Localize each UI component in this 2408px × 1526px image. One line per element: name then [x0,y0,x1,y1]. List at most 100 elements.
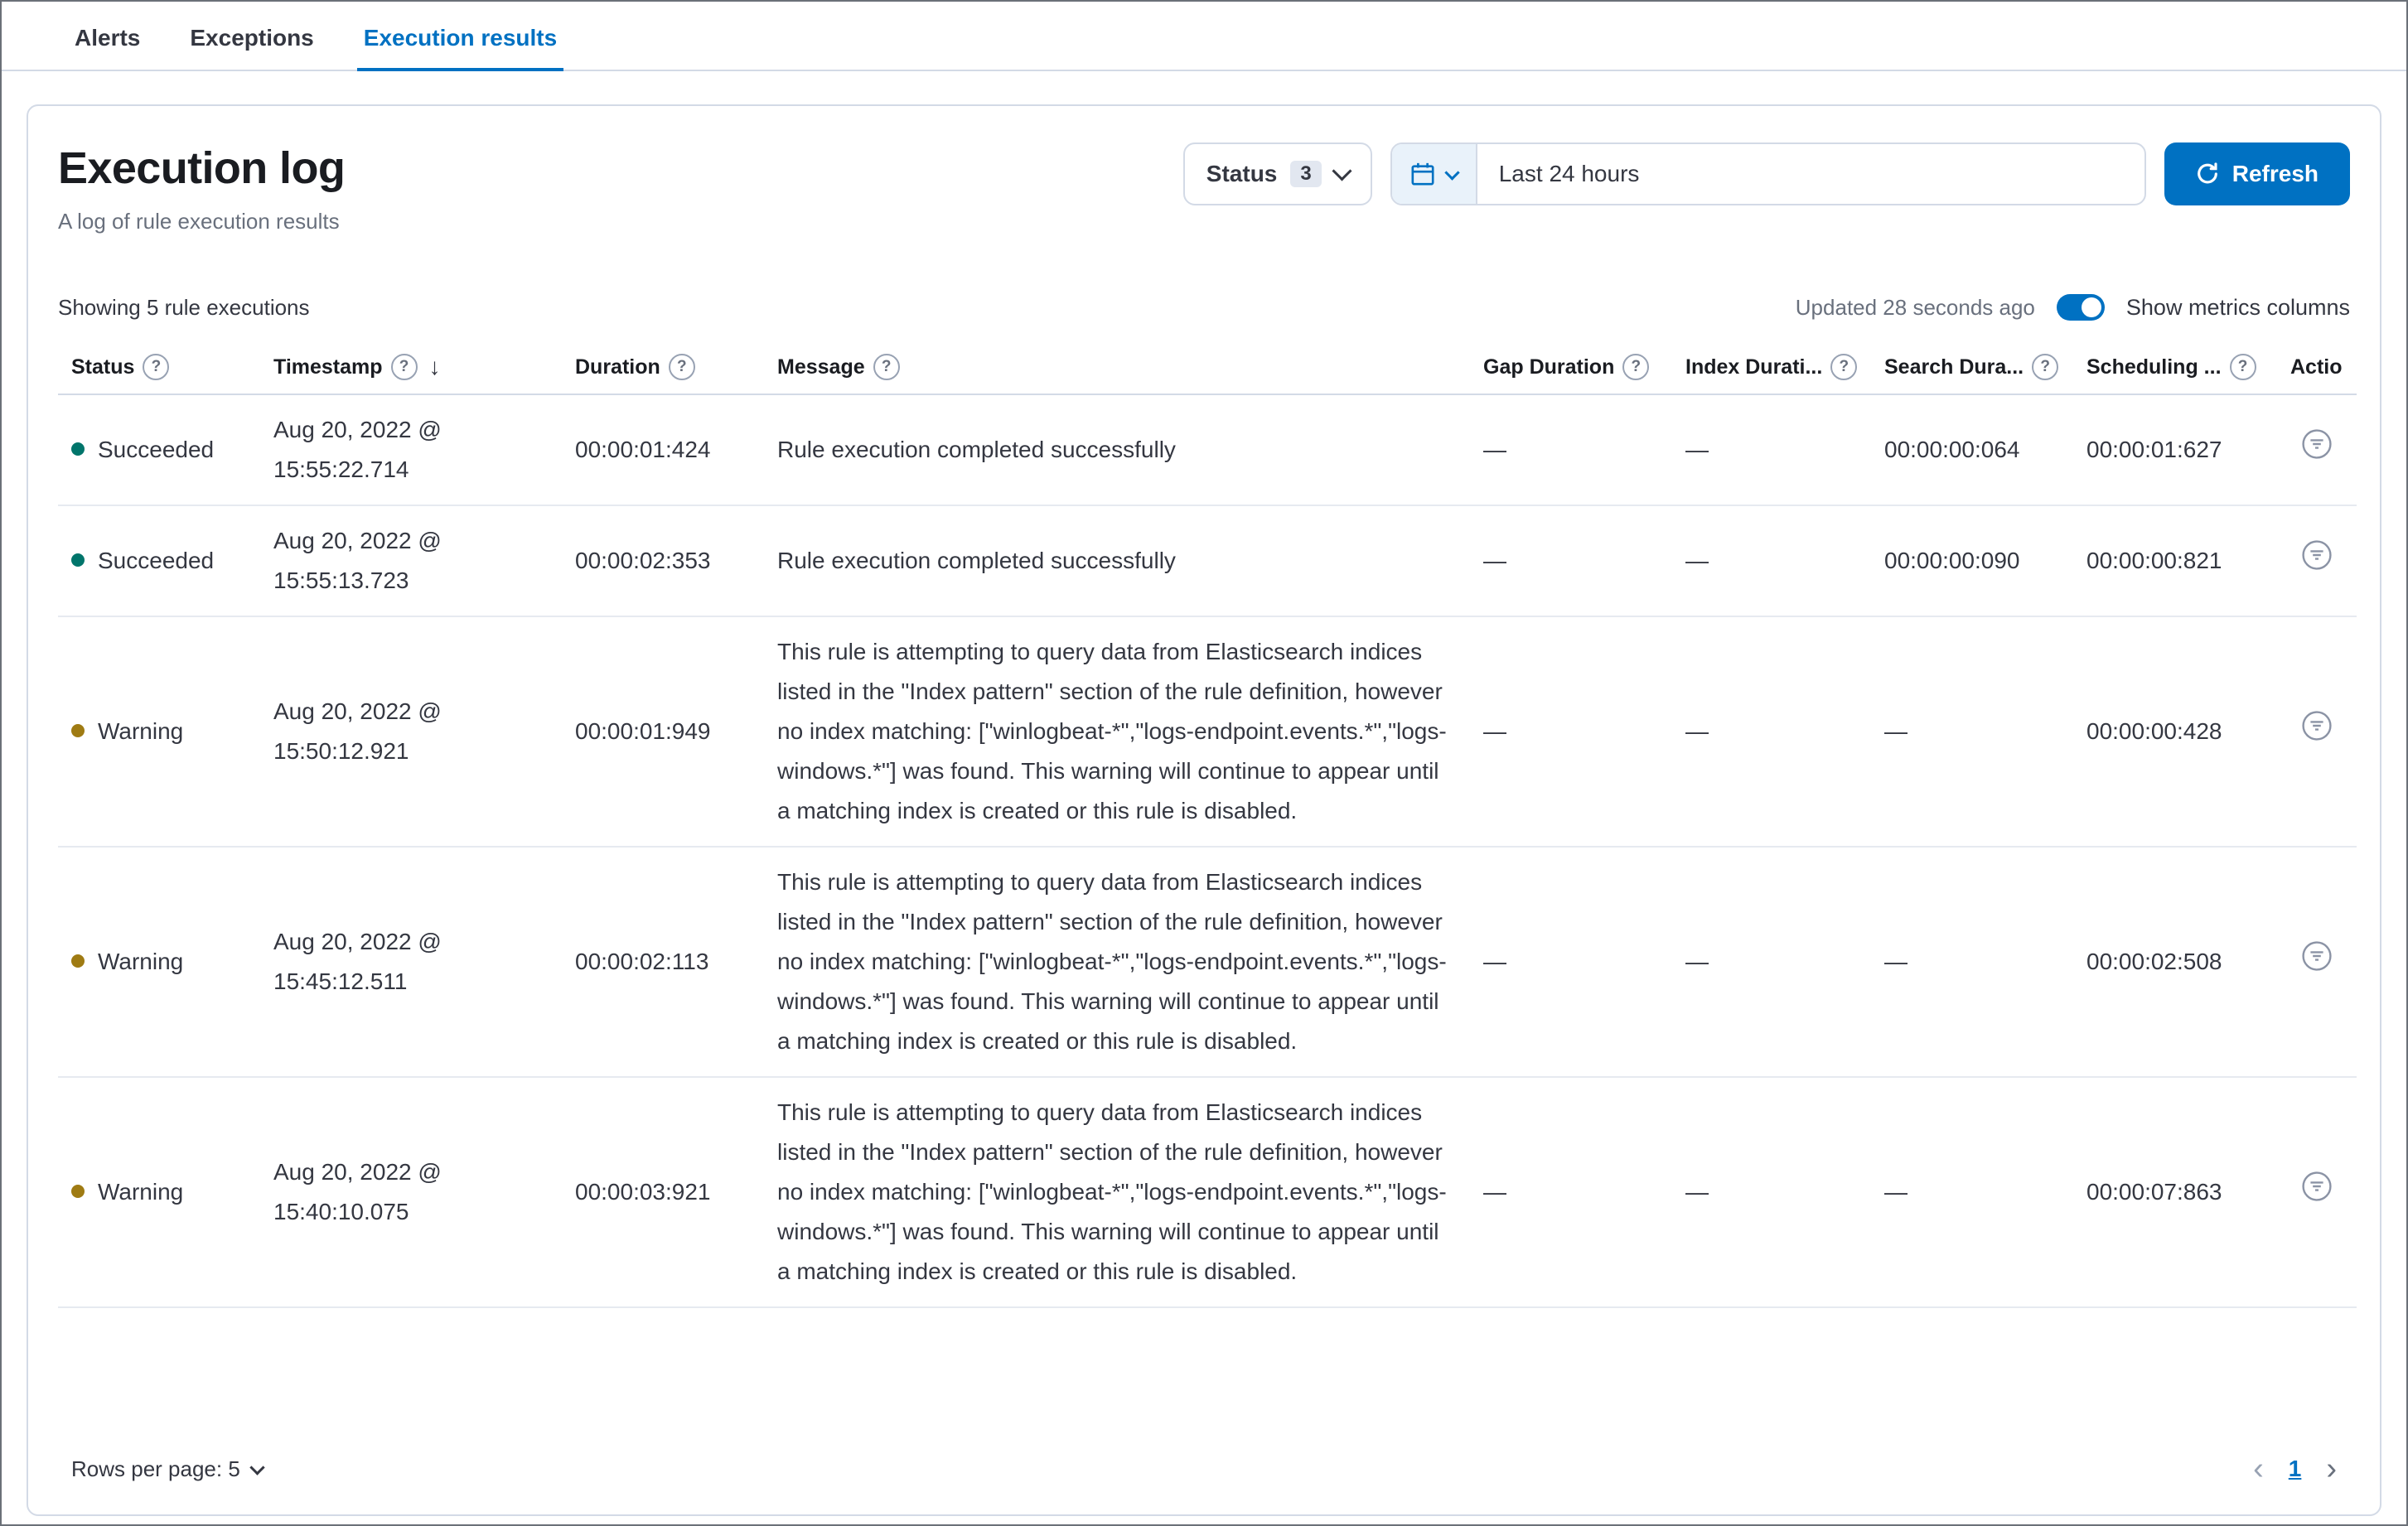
actions-cell [2277,1077,2357,1308]
duration-cell: 00:00:01:424 [562,394,764,506]
status-dot [71,442,85,456]
status-label: Succeeded [98,548,215,573]
status-dot [71,1185,85,1198]
message-cell: Rule execution completed successfully [764,505,1470,617]
search-duration-cell: — [1871,616,2073,848]
status-cell: Succeeded [58,505,260,617]
rows-per-page-button[interactable]: Rows per page: 5 [71,1456,265,1482]
row-actions-filter-icon[interactable] [2300,709,2333,742]
gap-duration-cell: — [1470,505,1672,617]
table-row: Warning Aug 20, 2022 @ 15:40:10.075 00:0… [58,1077,2357,1308]
page-subtitle: A log of rule execution results [58,209,340,234]
tab-alerts[interactable]: Alerts [68,2,147,71]
panel-header: Execution log A log of rule execution re… [58,139,2350,234]
actions-cell [2277,394,2357,506]
date-range-value[interactable]: Last 24 hours [1477,144,2144,204]
status-filter-count-badge: 3 [1290,161,1322,187]
help-icon[interactable]: ? [668,354,695,380]
help-icon[interactable]: ? [390,354,418,380]
chevron-down-icon [1332,160,1352,181]
message-cell: Rule execution completed successfully [764,394,1470,506]
gap-duration-cell: — [1470,394,1672,506]
help-icon[interactable]: ? [2229,354,2256,380]
gap-duration-cell: — [1470,616,1672,848]
status-filter-label: Status [1206,161,1278,186]
search-duration-cell: — [1871,847,2073,1078]
actions-cell [2277,616,2357,848]
refresh-button[interactable]: Refresh [2164,142,2350,205]
scheduling-delay-cell: 00:00:07:863 [2073,1077,2277,1308]
header-controls: Status 3 Last 24 hours Refresh [1182,142,2350,205]
tab-execution-results[interactable]: Execution results [356,2,564,71]
help-icon[interactable]: ? [1622,354,1650,380]
status-cell: Warning [58,1077,260,1308]
table-toolbar: Showing 5 rule executions Updated 28 sec… [58,294,2350,321]
row-actions-filter-icon[interactable] [2300,538,2333,572]
help-icon[interactable]: ? [873,354,900,380]
column-header-message: Message? [764,340,1470,395]
scheduling-delay-cell: 00:00:02:508 [2073,847,2277,1078]
column-header-index-duration: Index Durati...? [1672,340,1871,395]
index-duration-cell: — [1672,394,1871,506]
tab-exceptions[interactable]: Exceptions [183,2,320,71]
calendar-icon [1410,162,1435,186]
status-cell: Warning [58,847,260,1078]
status-filter-button[interactable]: Status 3 [1182,142,1372,205]
search-duration-cell: 00:00:00:090 [1871,505,2073,617]
duration-cell: 00:00:03:921 [562,1077,764,1308]
scheduling-delay-cell: 00:00:00:428 [2073,616,2277,848]
help-icon[interactable]: ? [1830,354,1858,380]
row-actions-filter-icon[interactable] [2300,1170,2333,1203]
row-actions-filter-icon[interactable] [2300,939,2333,973]
execution-log-table: Status? Timestamp? ↓ Duration? Message? G… [58,340,2357,1308]
gap-duration-cell: — [1470,1077,1672,1308]
date-quick-select-button[interactable] [1391,144,1477,204]
actions-cell [2277,847,2357,1078]
table-row: Warning Aug 20, 2022 @ 15:50:12.921 00:0… [58,616,2357,848]
actions-cell [2277,505,2357,617]
index-duration-cell: — [1672,847,1871,1078]
help-icon[interactable]: ? [143,354,170,380]
show-metrics-toggle[interactable] [2056,294,2105,321]
column-header-scheduling-delay: Scheduling ...? [2073,340,2277,395]
table-row: Succeeded Aug 20, 2022 @ 15:55:22.714 00… [58,394,2357,506]
timestamp-cell: Aug 20, 2022 @ 15:40:10.075 [260,1077,562,1308]
title-block: Execution log A log of rule execution re… [58,139,346,234]
table-row: Succeeded Aug 20, 2022 @ 15:55:13.723 00… [58,505,2357,617]
duration-cell: 00:00:01:949 [562,616,764,848]
table-body: Succeeded Aug 20, 2022 @ 15:55:22.714 00… [58,394,2357,1308]
duration-cell: 00:00:02:113 [562,847,764,1078]
column-header-timestamp[interactable]: Timestamp? ↓ [260,340,562,395]
toggle-knob [2081,297,2101,317]
table-row: Warning Aug 20, 2022 @ 15:45:12.511 00:0… [58,847,2357,1078]
page-title: Execution log [58,143,346,193]
duration-cell: 00:00:02:353 [562,505,764,617]
column-header-search-duration: Search Dura...? [1871,340,2073,395]
result-count: Showing 5 rule executions [58,294,310,320]
search-duration-cell: — [1871,1077,2073,1308]
status-label: Warning [98,1179,184,1205]
page-number[interactable]: 1 [2289,1456,2302,1482]
search-duration-cell: 00:00:00:064 [1871,394,2073,506]
rows-per-page-label: Rows per page: 5 [71,1456,240,1481]
help-icon[interactable]: ? [2032,354,2059,380]
status-label: Warning [98,949,184,974]
message-cell: This rule is attempting to query data fr… [764,616,1470,848]
status-dot [71,954,85,968]
timestamp-cell: Aug 20, 2022 @ 15:55:22.714 [260,394,562,506]
show-metrics-label: Show metrics columns [2125,294,2350,320]
chevron-down-icon [249,1459,265,1475]
table-header-row: Status? Timestamp? ↓ Duration? Message? G… [58,340,2357,395]
column-header-gap-duration: Gap Duration? [1470,340,1672,395]
row-actions-filter-icon[interactable] [2300,427,2333,461]
status-cell: Warning [58,616,260,848]
timestamp-cell: Aug 20, 2022 @ 15:55:13.723 [260,505,562,617]
next-page-icon[interactable]: › [2326,1453,2337,1485]
timestamp-cell: Aug 20, 2022 @ 15:50:12.921 [260,616,562,848]
scheduling-delay-cell: 00:00:01:627 [2073,394,2277,506]
status-cell: Succeeded [58,394,260,506]
table-footer: Rows per page: 5 ‹ 1 › [58,1430,2350,1491]
sort-desc-icon: ↓ [428,354,441,379]
previous-page-icon[interactable]: ‹ [2253,1453,2264,1485]
status-label: Warning [98,718,184,744]
